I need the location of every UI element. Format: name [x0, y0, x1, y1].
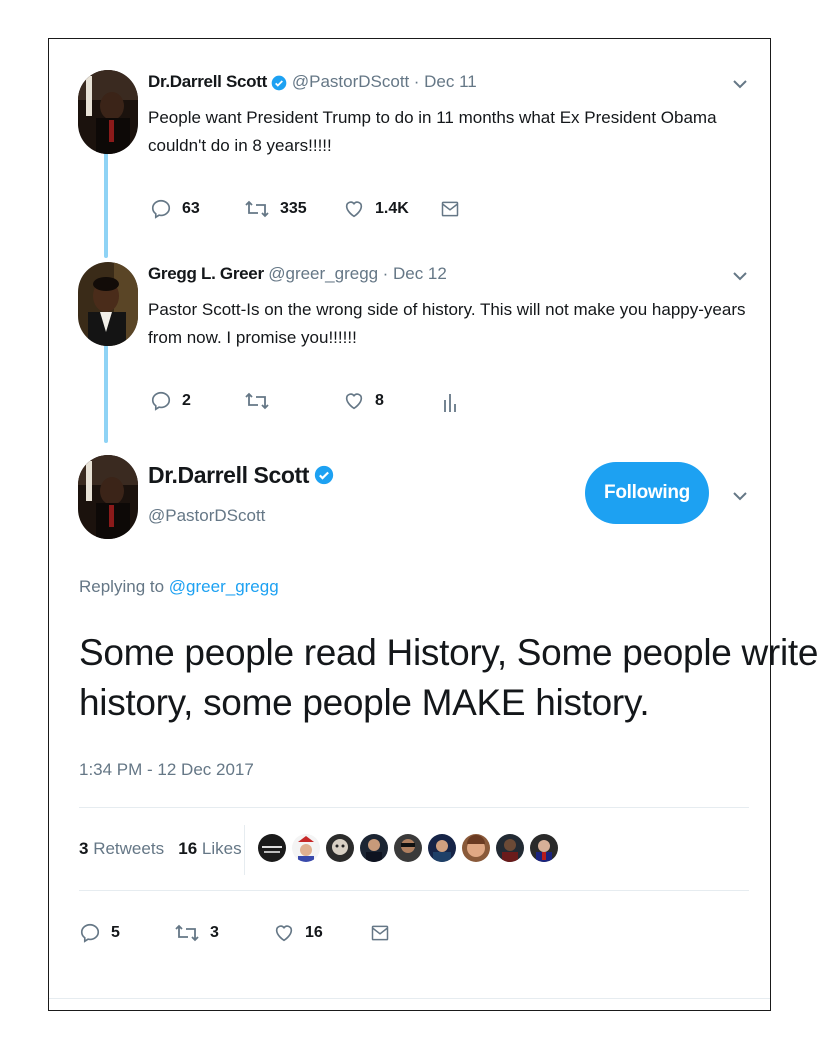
- retweet-count: 335: [280, 200, 307, 217]
- author-name[interactable]: Dr.Darrell Scott: [148, 72, 267, 91]
- verified-badge-icon: [272, 75, 287, 91]
- like-icon: [275, 925, 293, 942]
- retweet-button[interactable]: 335: [244, 198, 307, 220]
- analytics-icon[interactable]: [442, 390, 458, 414]
- like-button[interactable]: 8: [343, 390, 384, 412]
- like-count: 1.4K: [375, 200, 409, 217]
- thread-line: [104, 345, 108, 443]
- tweet-date[interactable]: · Dec 12: [383, 264, 447, 283]
- retweet-button[interactable]: [244, 390, 280, 412]
- divider: [79, 890, 749, 891]
- liker-avatar[interactable]: [462, 834, 490, 862]
- liker-avatar[interactable]: [496, 834, 524, 862]
- tweet-text-line: couldn't do in 8 years!!!!!: [148, 136, 332, 155]
- reply-count: 2: [182, 392, 191, 409]
- reply-count: 5: [111, 924, 120, 941]
- reply-count: 63: [182, 200, 200, 217]
- retweet-icon: [245, 200, 269, 218]
- like-count: 16: [305, 924, 323, 941]
- reply-icon: [151, 391, 170, 411]
- reply-button[interactable]: 5: [79, 922, 120, 944]
- chevron-down-icon[interactable]: [732, 490, 748, 502]
- tweet-text-line: from now. I promise you!!!!!!: [148, 328, 357, 347]
- likes-label[interactable]: Likes: [202, 839, 242, 858]
- replying-to-handle-link[interactable]: @greer_gregg: [169, 577, 279, 596]
- retweet-icon: [175, 924, 199, 942]
- thread-line: [104, 150, 108, 258]
- tweet-text-line: People want President Trump to do in 11 …: [148, 108, 717, 127]
- liker-avatar[interactable]: [360, 834, 388, 862]
- following-button[interactable]: Following: [585, 462, 709, 524]
- chevron-down-icon[interactable]: [732, 78, 748, 90]
- retweets-count[interactable]: 3: [79, 839, 88, 858]
- reply-icon: [80, 923, 99, 943]
- tweet-text-line: Pastor Scott-Is on the wrong side of his…: [148, 300, 746, 319]
- avatar-darrell-scott[interactable]: [78, 455, 138, 539]
- liker-avatar[interactable]: [530, 834, 558, 862]
- author-handle[interactable]: @PastorDScott: [148, 506, 265, 526]
- like-count: 8: [375, 392, 384, 409]
- liker-avatar[interactable]: [292, 834, 320, 862]
- reply-button[interactable]: 2: [150, 390, 191, 412]
- liker-avatar[interactable]: [428, 834, 456, 862]
- author-name[interactable]: Dr.Darrell Scott: [148, 462, 309, 488]
- liker-avatar[interactable]: [258, 834, 286, 862]
- retweets-label[interactable]: Retweets: [93, 839, 164, 858]
- retweet-count: 3: [210, 924, 219, 941]
- author-handle[interactable]: @PastorDScott: [292, 72, 409, 91]
- tweet-timestamp[interactable]: 1:34 PM - 12 Dec 2017: [79, 760, 254, 780]
- verified-badge-icon: [314, 465, 333, 485]
- like-button[interactable]: 16: [273, 922, 323, 944]
- liker-avatar[interactable]: [394, 834, 422, 862]
- retweet-button[interactable]: 3: [174, 922, 219, 944]
- author-name[interactable]: Gregg L. Greer: [148, 264, 264, 283]
- stats-separator: [244, 825, 245, 875]
- tweet-date[interactable]: · Dec 11: [414, 72, 477, 91]
- divider: [79, 807, 749, 808]
- author-handle[interactable]: @greer_gregg: [268, 264, 378, 283]
- likes-count[interactable]: 16: [178, 839, 197, 858]
- tweet-text-line: Some people read History, Some people wr…: [79, 632, 819, 673]
- avatar-darrell-scott[interactable]: [78, 70, 138, 154]
- liker-avatar[interactable]: [326, 834, 354, 862]
- retweet-icon: [245, 392, 269, 410]
- message-icon[interactable]: [370, 923, 390, 943]
- chevron-down-icon[interactable]: [732, 270, 748, 282]
- like-icon: [345, 393, 363, 410]
- tweet-text-line: history, some people MAKE history.: [79, 682, 650, 723]
- like-button[interactable]: 1.4K: [343, 198, 409, 220]
- replying-to-label: Replying to: [79, 577, 165, 596]
- avatar-gregg-greer[interactable]: [78, 262, 138, 346]
- divider: [49, 998, 770, 999]
- message-icon[interactable]: [440, 199, 460, 219]
- reply-button[interactable]: 63: [150, 198, 200, 220]
- like-icon: [345, 201, 363, 218]
- reply-icon: [151, 199, 170, 219]
